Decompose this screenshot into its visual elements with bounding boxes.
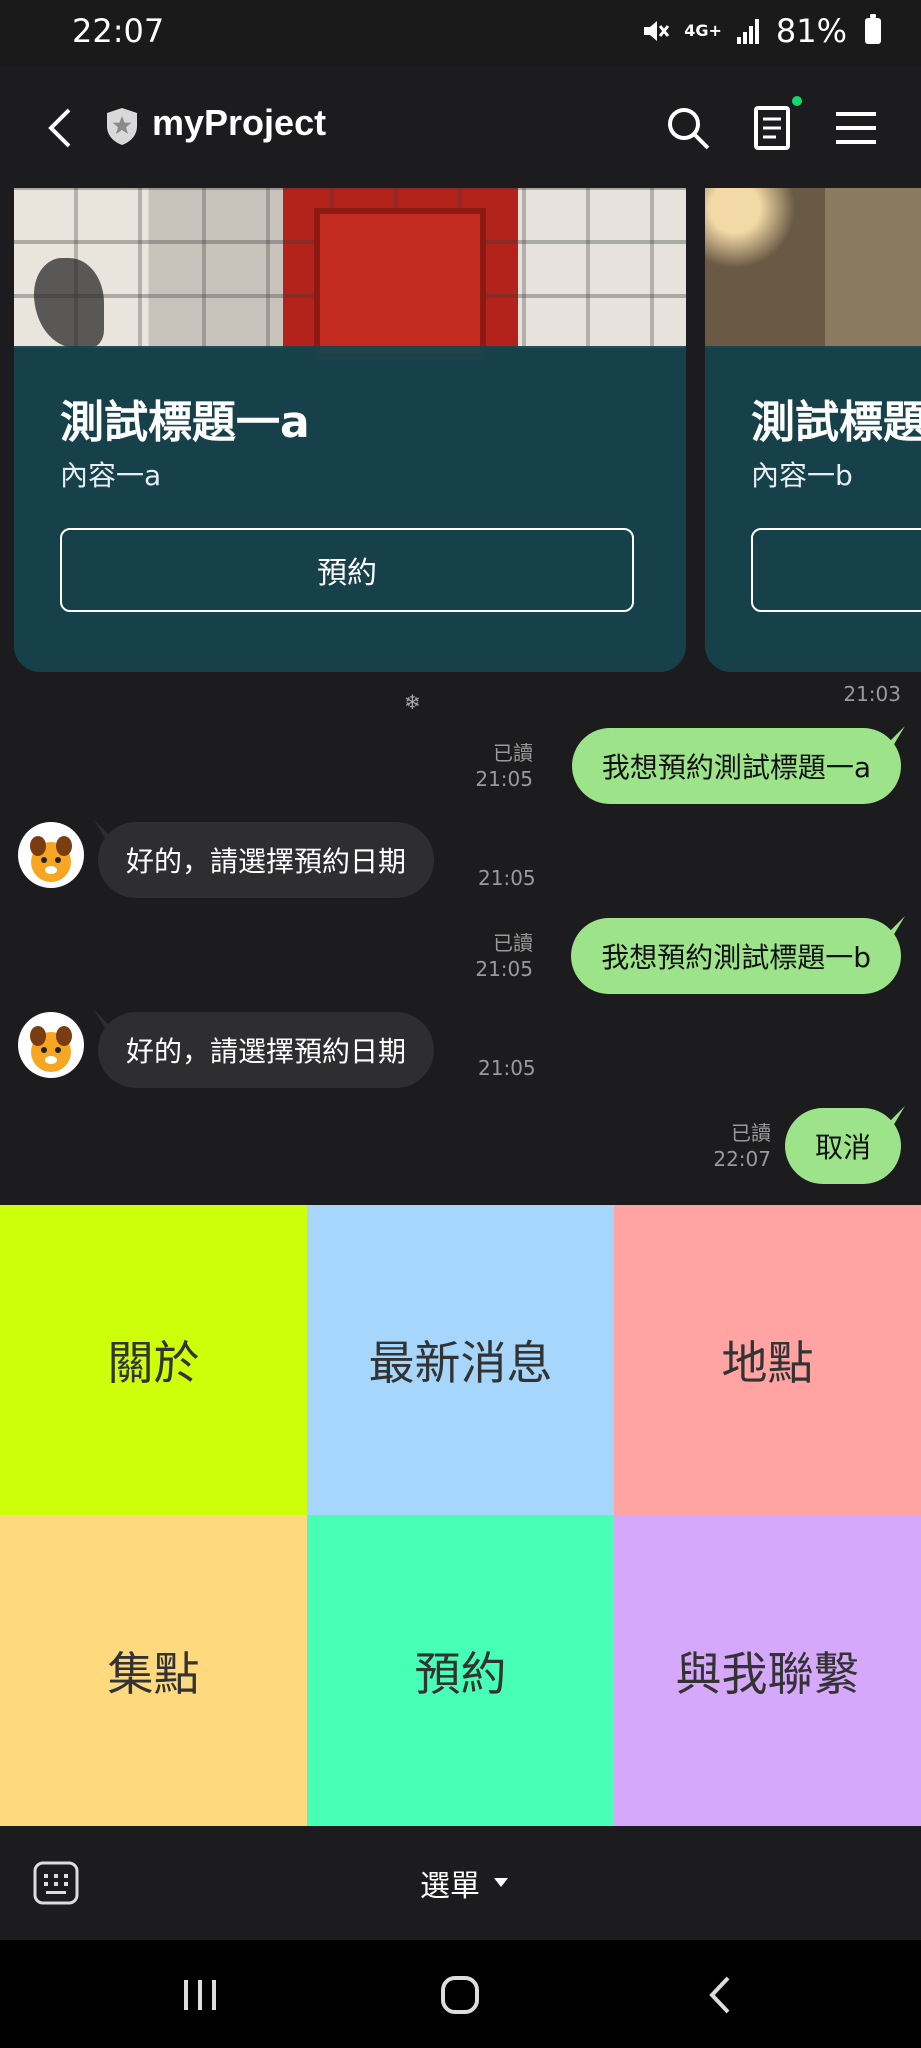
message-time: 21:03: [843, 682, 901, 706]
incoming-message[interactable]: 好的，請選擇預約日期: [98, 822, 435, 898]
card-image: [14, 188, 686, 360]
reserve-button[interactable]: 預約: [751, 528, 921, 612]
snowflake-icon: ❄: [404, 690, 421, 714]
dog-avatar-icon: [30, 1026, 72, 1072]
menu-tile-location[interactable]: 地點: [614, 1205, 921, 1515]
menu-toggle-label: 選單: [420, 1869, 480, 1904]
bot-avatar[interactable]: [18, 822, 84, 888]
keyboard-icon: [33, 1861, 79, 1905]
status-time: 22:07: [72, 12, 165, 50]
card-body: 測試標題一a 內容一a 預約: [14, 346, 686, 672]
card-content: 內容一b: [751, 459, 853, 492]
message-time: 21:05: [475, 957, 533, 981]
outgoing-message[interactable]: 取消: [784, 1108, 901, 1184]
menu-tile-about[interactable]: 關於: [0, 1205, 307, 1515]
menu-tile-points[interactable]: 集點: [0, 1515, 307, 1826]
search-icon: [668, 108, 710, 150]
mute-icon: [644, 21, 670, 41]
status-icons: 4G+ 81%: [640, 12, 881, 50]
keyboard-button[interactable]: [32, 1860, 80, 1906]
input-bar: 選單: [0, 1826, 921, 1940]
outgoing-message[interactable]: 我想預約測試標題一a: [571, 728, 901, 804]
message-time: 21:05: [475, 767, 533, 791]
back-icon: [48, 108, 71, 148]
notes-button[interactable]: [748, 104, 796, 152]
message-time: 21:05: [478, 1056, 536, 1080]
nav-back-icon: [709, 1976, 730, 2014]
rich-menu: 關於 最新消息 地點 集點 預約 與我聯繫: [0, 1205, 921, 1826]
message-time: 21:05: [478, 866, 536, 890]
card-body: 測試標題一b 內容一b 預約: [705, 346, 921, 672]
bot-avatar[interactable]: [18, 1012, 84, 1078]
system-back-button[interactable]: [690, 1970, 750, 2020]
home-button[interactable]: [430, 1970, 490, 2020]
carousel-card: 測試標題一a 內容一a 預約: [14, 188, 686, 672]
incoming-message[interactable]: 好的，請選擇預約日期: [98, 1012, 435, 1088]
menu-tile-reserve[interactable]: 預約: [307, 1515, 614, 1826]
recent-apps-icon: [184, 1980, 216, 2010]
message-meta: 已讀 22:07: [713, 1120, 771, 1172]
network-label: 4G+: [684, 21, 722, 40]
card-content: 內容一a: [60, 459, 162, 492]
system-nav-bar: [0, 1940, 921, 2048]
carousel-card: 測試標題一b 內容一b 預約: [705, 188, 921, 672]
message-meta: 已讀 21:05: [475, 740, 533, 792]
signal-icon: [736, 19, 759, 44]
chat-area[interactable]: 測試標題一a 內容一a 預約 測試標題一b 內容一b 預約 21:03 ❄ 已讀…: [0, 188, 921, 1205]
battery-percent: 81%: [775, 12, 847, 50]
search-button[interactable]: [664, 104, 712, 152]
shield-icon: [107, 108, 137, 145]
battery-icon: [865, 14, 881, 44]
recent-apps-button[interactable]: [170, 1970, 230, 2020]
outgoing-message[interactable]: 我想預約測試標題一b: [571, 918, 901, 994]
home-icon: [441, 1976, 479, 2014]
read-receipt: 已讀: [493, 741, 533, 765]
status-bar: 22:07 4G+ 81%: [0, 0, 921, 66]
menu-button[interactable]: [832, 104, 880, 152]
chat-title: myProject: [152, 102, 327, 143]
message-time: 22:07: [713, 1147, 771, 1171]
caret-down-icon: [494, 1878, 508, 1887]
read-receipt: 已讀: [731, 1121, 771, 1145]
reserve-button[interactable]: 預約: [60, 528, 634, 612]
hamburger-icon: [836, 112, 876, 144]
back-button[interactable]: [36, 104, 84, 152]
menu-tile-contact[interactable]: 與我聯繫: [614, 1515, 921, 1826]
card-title: 測試標題一a: [60, 397, 310, 448]
dog-avatar-icon: [30, 836, 72, 882]
message-meta: 已讀 21:05: [475, 930, 533, 982]
notes-icon: [754, 106, 790, 150]
chat-header: myProject: [0, 66, 921, 188]
menu-tile-news[interactable]: 最新消息: [307, 1205, 614, 1515]
menu-toggle[interactable]: 選單: [420, 1858, 508, 1908]
card-image: [705, 188, 921, 348]
notification-dot: [792, 96, 802, 106]
read-receipt: 已讀: [493, 931, 533, 955]
card-title: 測試標題一b: [751, 397, 921, 448]
